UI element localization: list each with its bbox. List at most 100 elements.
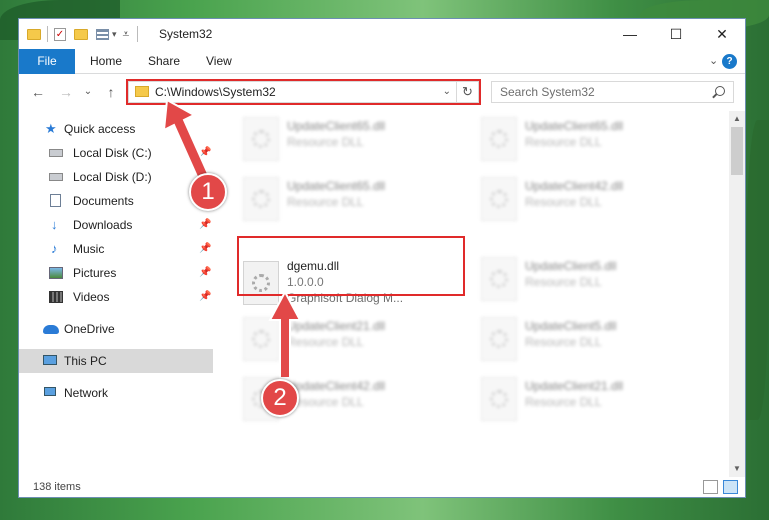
- ribbon-expand-icon[interactable]: ⌄: [709, 49, 718, 74]
- videos-icon: [49, 291, 63, 303]
- customize-toolbar-icon[interactable]: ⩡: [123, 27, 130, 42]
- pin-icon: 📌: [199, 147, 212, 158]
- close-button[interactable]: ✕: [699, 19, 745, 49]
- file-description: Graphisoft Dialog M...: [287, 291, 404, 305]
- sidebar-item-label: Downloads: [73, 218, 133, 232]
- search-input[interactable]: Search System32: [491, 81, 734, 103]
- title-bar: ✓ ▾ ⩡ System32 — ☐ ✕: [19, 19, 745, 49]
- search-placeholder: Search System32: [500, 85, 595, 99]
- divider: [47, 26, 48, 42]
- file-type: Resource DLL: [525, 395, 602, 409]
- sidebar-item-pictures[interactable]: Pictures 📌: [19, 261, 213, 285]
- file-item-dgemu[interactable]: dgemu.dll 1.0.0.0 Graphisoft Dialog M...: [237, 255, 465, 313]
- disk-icon: [49, 173, 63, 181]
- view-options-icon[interactable]: [96, 28, 109, 40]
- scroll-down-icon[interactable]: ▼: [729, 461, 745, 477]
- explorer-window: ✓ ▾ ⩡ System32 — ☐ ✕ File Home Share Vie…: [18, 18, 746, 498]
- tab-home[interactable]: Home: [90, 49, 122, 74]
- file-list: UpdateClient65.dll Resource DLL UpdateCl…: [217, 111, 729, 477]
- file-version: 1.0.0.0: [287, 275, 324, 289]
- up-button[interactable]: ↑: [101, 81, 121, 103]
- file-name: dgemu.dll: [287, 259, 340, 273]
- sidebar-item-label: Network: [64, 386, 109, 400]
- maximize-button[interactable]: ☐: [653, 19, 699, 49]
- minimize-button[interactable]: —: [607, 19, 653, 49]
- sidebar-item-local-disk-d[interactable]: Local Disk (D:): [19, 165, 213, 189]
- file-item[interactable]: UpdateClient65.dll Resource DLL: [237, 115, 465, 163]
- help-icon[interactable]: ?: [722, 54, 737, 69]
- file-name: UpdateClient5.dll: [525, 319, 617, 333]
- network-icon: [44, 387, 56, 396]
- dll-file-icon: [243, 177, 279, 221]
- tab-share[interactable]: Share: [148, 49, 180, 74]
- dll-file-icon: [243, 261, 279, 305]
- file-item[interactable]: UpdateClient65.dll Resource DLL: [237, 175, 465, 223]
- scrollbar-thumb[interactable]: [731, 127, 743, 175]
- pin-icon: 📌: [199, 291, 212, 302]
- file-type: Resource DLL: [525, 275, 602, 289]
- scroll-up-icon[interactable]: ▲: [729, 111, 745, 127]
- sidebar-item-label: Music: [73, 242, 105, 256]
- sidebar-item-music[interactable]: ♪ Music 📌: [19, 237, 213, 261]
- file-name: UpdateClient65.dll: [287, 179, 386, 193]
- documents-icon: [50, 194, 61, 207]
- file-item[interactable]: UpdateClient21.dll Resource DLL: [237, 315, 465, 363]
- recent-locations-button[interactable]: ⌄: [81, 81, 95, 103]
- file-item[interactable]: UpdateClient65.dll Resource DLL: [475, 115, 703, 163]
- address-path[interactable]: C:\Windows\System32: [155, 82, 276, 102]
- quick-access-toolbar: ✓ ▾ ⩡: [27, 19, 139, 49]
- file-item[interactable]: UpdateClient5.dll Resource DLL: [475, 255, 703, 303]
- search-icon[interactable]: [715, 86, 725, 96]
- folder-icon[interactable]: [27, 28, 41, 40]
- step-badge-2: 2: [261, 379, 299, 417]
- sidebar-item-label: Local Disk (D:): [73, 170, 152, 184]
- large-icons-view-icon[interactable]: [723, 480, 738, 494]
- file-item[interactable]: UpdateClient5.dll Resource DLL: [475, 315, 703, 363]
- sidebar-item-quick-access[interactable]: ★ Quick access: [19, 117, 213, 141]
- item-count: 138 items: [33, 481, 81, 493]
- sidebar-item-label: Pictures: [73, 266, 117, 280]
- tab-view[interactable]: View: [206, 49, 232, 74]
- file-name: UpdateClient42.dll: [525, 179, 624, 193]
- refresh-button[interactable]: ↻: [456, 82, 478, 102]
- folder-icon: [135, 86, 149, 97]
- file-name: UpdateClient65.dll: [525, 119, 624, 133]
- dll-file-icon: [481, 317, 517, 361]
- dll-file-icon: [243, 317, 279, 361]
- properties-icon[interactable]: ✓: [54, 27, 66, 41]
- new-folder-icon[interactable]: [74, 28, 88, 40]
- sidebar-item-onedrive[interactable]: OneDrive: [19, 317, 213, 341]
- sidebar-item-label: OneDrive: [64, 322, 115, 336]
- sidebar-item-documents[interactable]: Documents 📌: [19, 189, 213, 213]
- sidebar-item-label: Videos: [73, 290, 110, 304]
- sidebar-item-videos[interactable]: Videos 📌: [19, 285, 213, 309]
- sidebar-item-label: Local Disk (C:): [73, 146, 152, 160]
- pictures-icon: [49, 267, 63, 279]
- dll-file-icon: [481, 257, 517, 301]
- sidebar-item-label: Quick access: [64, 122, 136, 136]
- file-name: UpdateClient21.dll: [525, 379, 624, 393]
- tab-file[interactable]: File: [19, 49, 75, 74]
- music-icon: ♪: [51, 241, 58, 256]
- file-item[interactable]: UpdateClient21.dll Resource DLL: [475, 375, 703, 423]
- vertical-scrollbar[interactable]: ▲ ▼: [729, 111, 745, 477]
- window-title: System32: [159, 27, 213, 41]
- sidebar-item-network[interactable]: Network: [19, 381, 213, 405]
- sidebar-item-this-pc[interactable]: This PC: [19, 349, 213, 373]
- sidebar-item-downloads[interactable]: ↓ Downloads 📌: [19, 213, 213, 237]
- file-type: Resource DLL: [525, 335, 602, 349]
- file-item[interactable]: UpdateClient42.dll Resource DLL: [475, 175, 703, 223]
- sidebar-item-local-disk-c[interactable]: Local Disk (C:) 📌: [19, 141, 213, 165]
- file-name: UpdateClient21.dll: [287, 319, 386, 333]
- divider: [137, 26, 139, 42]
- details-view-icon[interactable]: [703, 480, 718, 494]
- chevron-down-icon[interactable]: ▾: [112, 29, 117, 40]
- file-type: Resource DLL: [287, 135, 364, 149]
- forward-button[interactable]: →: [55, 81, 77, 103]
- status-bar: 138 items: [19, 477, 745, 497]
- download-icon: ↓: [51, 217, 58, 232]
- address-bar[interactable]: C:\Windows\System32 ⌄ ↻: [128, 81, 479, 103]
- chevron-down-icon[interactable]: ⌄: [443, 82, 451, 102]
- dll-file-icon: [243, 117, 279, 161]
- back-button[interactable]: ←: [27, 81, 49, 103]
